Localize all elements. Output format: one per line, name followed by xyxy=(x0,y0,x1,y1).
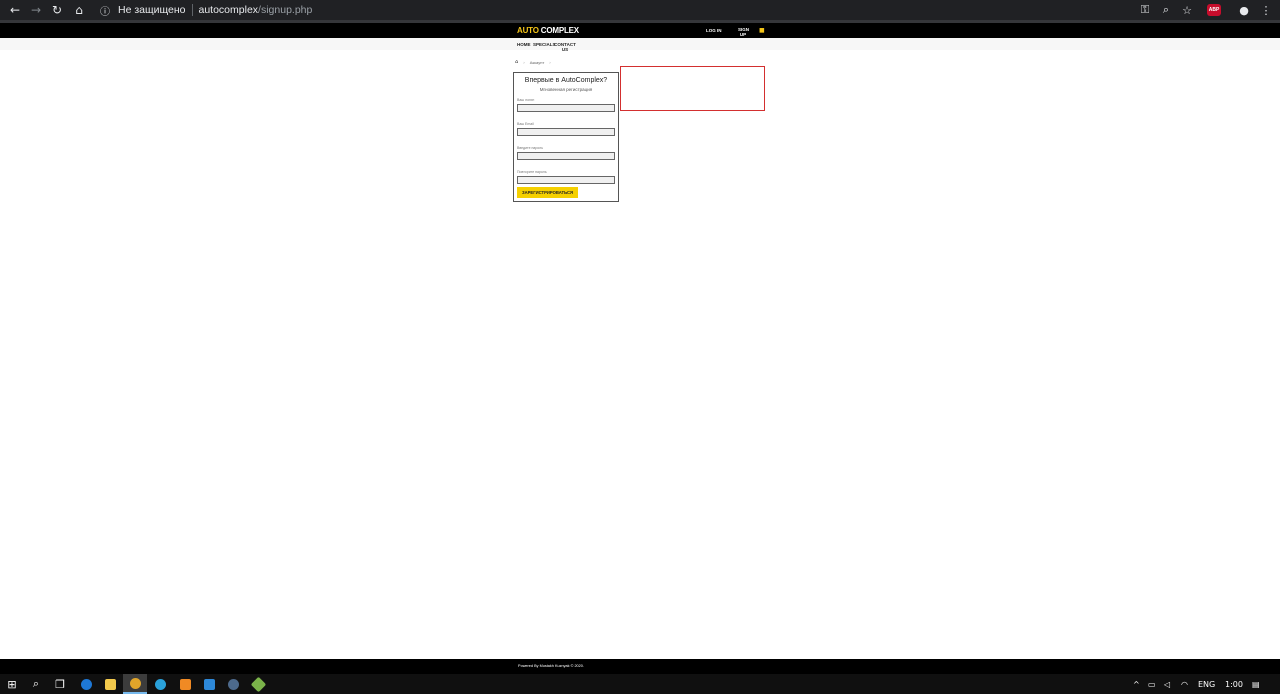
home-icon[interactable]: ⌂ xyxy=(68,0,90,20)
battery-icon[interactable]: ▭ xyxy=(1148,674,1156,694)
zoom-icon[interactable]: ⌕ xyxy=(1156,0,1176,20)
url-host: autocomplex xyxy=(198,4,259,16)
taskbar: ⊞ ⌕ ❐ ^ ▭ ◁ ◠ ENG 1:00 ▤ xyxy=(0,674,1280,694)
back-icon[interactable]: ← xyxy=(4,0,26,20)
chrome-icon[interactable] xyxy=(123,674,147,694)
telegram-icon[interactable] xyxy=(148,674,172,694)
notifications-icon[interactable]: ▤ xyxy=(1252,674,1260,694)
breadcrumb-separator: › xyxy=(523,59,525,65)
main-nav: HOME SPECIALS CONTACT US xyxy=(0,38,1280,52)
menu-icon[interactable]: ⋮ xyxy=(1256,0,1276,20)
site-footer: Powered By Mustakh Kuznyak © 2020. xyxy=(0,659,1280,674)
security-label: Не защищено xyxy=(118,4,186,16)
breadcrumb-separator: › xyxy=(549,59,551,65)
forward-icon[interactable]: → xyxy=(25,0,47,20)
info-icon[interactable]: ⓘ xyxy=(98,3,112,18)
edge-icon[interactable] xyxy=(74,674,98,694)
logo-complex: COMPLEX xyxy=(540,26,579,35)
profile-icon[interactable]: ● xyxy=(1234,0,1254,20)
breadcrumb-home-icon[interactable]: ⌂ xyxy=(515,59,518,65)
nav-specials[interactable]: SPECIALS xyxy=(533,42,556,47)
register-button[interactable]: ЗАРЕГИСТРИРОВАТЬСЯ xyxy=(517,187,578,198)
signup-form: Впервые в AutoComplex? Мгновенная регист… xyxy=(513,72,619,202)
error-message-box xyxy=(620,66,765,111)
site-header: AUTO COMPLEX LOG IN SIGN UP ■ xyxy=(0,23,1280,38)
login-input[interactable] xyxy=(517,104,615,112)
task-view-icon[interactable]: ❐ xyxy=(48,674,72,694)
password-input[interactable] xyxy=(517,152,615,160)
login-link[interactable]: LOG IN xyxy=(706,28,722,33)
nav-home[interactable]: HOME xyxy=(517,42,531,47)
breadcrumb: ⌂ › Аккаунт › xyxy=(515,59,556,65)
windows-start-icon[interactable]: ⊞ xyxy=(0,674,24,694)
star-icon[interactable]: ☆ xyxy=(1177,0,1197,20)
key-icon[interactable]: ⚿ xyxy=(1135,0,1155,20)
sublime-icon[interactable] xyxy=(173,674,197,694)
browser-toolbar: ← → ↻ ⌂ ⓘ Не защищено autocomplex/signup… xyxy=(0,0,1280,20)
clock[interactable]: 1:00 xyxy=(1225,674,1243,694)
file-explorer-icon[interactable] xyxy=(98,674,122,694)
login-label: Ваш логин xyxy=(517,98,535,102)
signup-link[interactable]: SIGN UP xyxy=(738,27,749,37)
app-icon[interactable] xyxy=(246,674,270,694)
password-label: Введите пароль xyxy=(517,146,544,150)
volume-icon[interactable]: ◁ xyxy=(1164,674,1170,694)
omnibox-separator xyxy=(191,4,193,16)
email-input[interactable] xyxy=(517,128,615,136)
url-path: /signup.php xyxy=(258,4,313,16)
form-subtitle: Мгновенная регистрация xyxy=(539,87,593,92)
logo-auto: AUTO xyxy=(517,26,539,35)
footer-text: Powered By Mustakh Kuznyak © 2020. xyxy=(518,664,584,668)
wifi-icon[interactable]: ◠ xyxy=(1181,674,1188,694)
password-repeat-input[interactable] xyxy=(517,176,615,184)
language-indicator[interactable]: ENG xyxy=(1198,674,1215,694)
steam-icon[interactable] xyxy=(221,674,245,694)
vscode-icon[interactable] xyxy=(197,674,221,694)
tray-chevron-icon[interactable]: ^ xyxy=(1133,674,1140,694)
breadcrumb-current[interactable]: Аккаунт xyxy=(530,60,544,65)
adblock-icon[interactable]: ABP xyxy=(1207,4,1221,16)
cart-icon[interactable]: ■ xyxy=(759,27,765,34)
site-logo[interactable]: AUTO COMPLEX xyxy=(517,26,579,35)
reload-icon[interactable]: ↻ xyxy=(46,0,68,20)
password-repeat-label: Повторите пароль xyxy=(517,170,547,174)
nav-contact[interactable]: CONTACT US xyxy=(554,42,576,52)
form-title: Впервые в AutoComplex? xyxy=(524,77,608,84)
search-icon[interactable]: ⌕ xyxy=(24,674,48,694)
email-label: Ваш Email xyxy=(517,122,534,126)
form-top-border xyxy=(514,73,618,75)
address-bar[interactable]: ⓘ Не защищено autocomplex/signup.php xyxy=(94,0,1228,20)
